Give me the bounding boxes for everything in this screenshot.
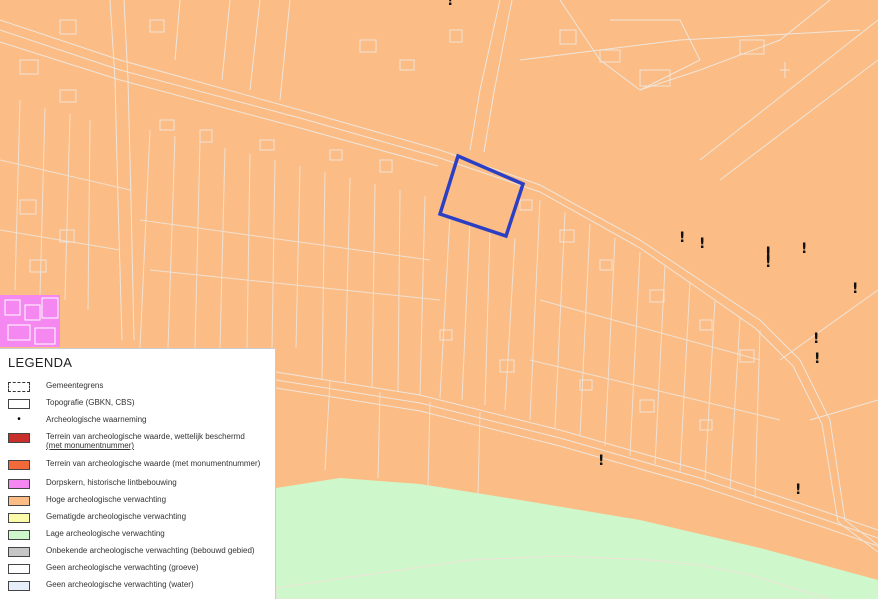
legend-swatch-topografie xyxy=(8,399,30,409)
legend-label: Hoge archeologische verwachting xyxy=(46,495,167,504)
observation-mark: ! xyxy=(813,331,820,347)
legend-swatch-monumentnummer xyxy=(8,460,30,470)
legend-label-secondary: (met monumentnummer) xyxy=(46,441,135,450)
legend-panel: LEGENDA Gemeentegrens Topografie (GBKN, C… xyxy=(0,348,276,599)
legend-swatch-waarneming: • xyxy=(17,414,21,425)
legend-swatch-beschermd xyxy=(8,433,30,443)
observation-mark: ! xyxy=(814,351,821,367)
observation-mark: ! xyxy=(765,247,772,263)
legend-swatch-gematigde xyxy=(8,513,30,523)
observation-mark: ! xyxy=(598,453,605,469)
legend-swatch-lage xyxy=(8,530,30,540)
legend-label: Lage archeologische verwachting xyxy=(46,529,165,538)
legend-label: Dorpskern, historische lintbebouwing xyxy=(46,478,177,487)
legend-label: Terrein van archeologische waarde (met m… xyxy=(46,459,261,468)
observation-mark: ! xyxy=(801,241,808,257)
observation-mark: ! xyxy=(679,230,686,246)
legend-swatch-groeve xyxy=(8,564,30,574)
legend-swatch-onbekende xyxy=(8,547,30,557)
legend-label: Gemeentegrens xyxy=(46,381,104,390)
legend-swatch-hoge xyxy=(8,496,30,506)
legend-label: Onbekende archeologische verwachting (be… xyxy=(46,546,255,555)
legend-swatch-dorpskern xyxy=(8,479,30,489)
observation-mark: ! xyxy=(795,482,802,498)
legend-title: LEGENDA xyxy=(8,355,73,370)
legend-label: Geen archeologische verwachting (groeve) xyxy=(46,563,199,572)
legend-label: Archeologische waarneming xyxy=(46,415,147,424)
legend-swatch-gemeentegrens xyxy=(8,382,30,392)
observation-mark: ! xyxy=(852,281,859,297)
observation-mark: ! xyxy=(447,0,454,9)
legend-label: Terrein van archeologische waarde, wette… xyxy=(46,432,245,441)
legend-swatch-water xyxy=(8,581,30,591)
legend-label: Geen archeologische verwachting (water) xyxy=(46,580,194,589)
legend-label: Topografie (GBKN, CBS) xyxy=(46,398,135,407)
observation-mark: ! xyxy=(699,236,706,252)
legend-label: Gematigde archeologische verwachting xyxy=(46,512,187,521)
